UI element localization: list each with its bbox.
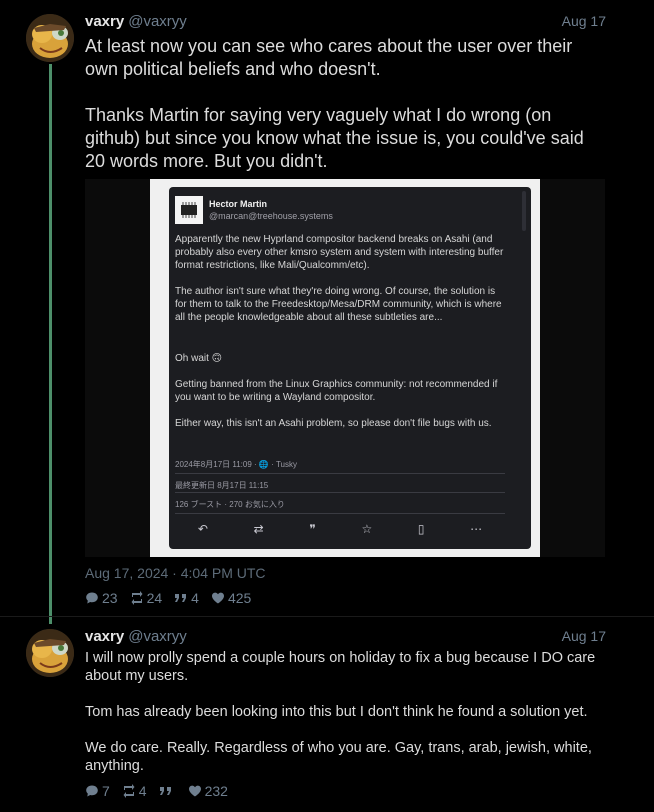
replies-count: 23 [102, 590, 118, 606]
embedded-paragraph-2: The author isn't sure what they're doing… [175, 286, 502, 323]
quotes-count: 4 [191, 590, 199, 606]
embedded-paragraph-4: Getting banned from the Linux Graphics c… [175, 379, 498, 403]
bookmark-icon: ▯ [417, 522, 425, 536]
tweet-date[interactable]: Aug 17 [562, 628, 606, 644]
embedded-post: Hector Martin @marcan@treehouse.systems … [169, 187, 531, 549]
heart-icon [188, 785, 201, 797]
replies-stat[interactable]: 7 [85, 783, 110, 799]
retweet-icon [123, 784, 135, 798]
boost-icon: ⇄ [253, 522, 264, 536]
tweet-2: vaxry @vaxryy Aug 17 I will now prolly sp… [0, 616, 654, 812]
tweet-header: vaxry @vaxryy Aug 17 [85, 628, 606, 648]
divider [175, 513, 505, 514]
embedded-edited: 最終更新日 8月17日 11:15 [175, 481, 269, 490]
quotes-stat[interactable]: 4 [174, 590, 199, 606]
quote-icon: ❞ [309, 522, 316, 536]
avatar[interactable] [26, 629, 74, 677]
username[interactable]: vaxry [85, 628, 124, 645]
tweet-date[interactable]: Aug 17 [562, 13, 606, 29]
screenshot-image: Hector Martin @marcan@treehouse.systems … [150, 179, 540, 557]
replies-count: 7 [102, 783, 110, 799]
avatar-image [26, 629, 74, 677]
username[interactable]: vaxry [85, 13, 124, 30]
tweet-image[interactable]: Hector Martin @marcan@treehouse.systems … [85, 179, 605, 557]
tweet-header: vaxry @vaxryy Aug 17 [85, 13, 606, 33]
divider [175, 492, 505, 493]
embedded-meta: 2024年8月17日 11:09 · 🌐 · Tusky [175, 460, 298, 469]
quote-icon [159, 787, 171, 795]
heart-icon [211, 592, 224, 604]
thread-line [49, 64, 52, 624]
scrollbar [522, 191, 526, 231]
avatar-image [26, 14, 74, 62]
embedded-counts: 126 ブースト · 270 お気に入り [175, 500, 285, 509]
likes-count: 232 [204, 783, 228, 799]
embedded-handle: @marcan@treehouse.systems [209, 211, 333, 221]
more-icon: ⋯ [470, 522, 483, 536]
divider [175, 473, 505, 474]
embedded-avatar [175, 196, 203, 224]
likes-stat[interactable]: 232 [188, 783, 228, 799]
star-icon: ☆ [361, 522, 373, 536]
retweets-count: 4 [138, 783, 147, 799]
user-handle[interactable]: @vaxryy [128, 13, 187, 30]
tweet-stats: 23 24 4 425 [85, 590, 251, 606]
tweet-1: vaxry @vaxryy Aug 17 At least now you can… [0, 0, 654, 624]
embedded-paragraph-1: Apparently the new Hyprland compositor b… [175, 234, 504, 271]
tweet-text: At least now you can see who cares about… [85, 36, 584, 171]
comment-icon [86, 592, 98, 604]
retweets-stat[interactable]: 24 [130, 590, 163, 606]
tweet-timestamp[interactable]: Aug 17, 2024 · 4:04 PM UTC [85, 565, 266, 581]
quote-icon [175, 594, 187, 602]
likes-count: 425 [227, 590, 252, 606]
comment-icon [86, 785, 98, 797]
tweet-stats: 7 4 232 [85, 783, 228, 799]
reply-icon: ↶ [197, 522, 208, 536]
tweet-text: I will now prolly spend a couple hours o… [85, 650, 596, 774]
embedded-paragraph-5: Either way, this isn't an Asahi problem,… [175, 418, 492, 429]
likes-stat[interactable]: 425 [211, 590, 251, 606]
chip-icon [175, 196, 203, 224]
embedded-actions: ↶ ⇄ ❞ ☆ ▯ ⋯ [175, 523, 505, 541]
replies-stat[interactable]: 23 [85, 590, 118, 606]
embedded-paragraph-3: Oh wait 🙃 [175, 353, 223, 364]
avatar[interactable] [26, 14, 74, 62]
retweets-stat[interactable]: 4 [122, 783, 147, 799]
user-handle[interactable]: @vaxryy [128, 628, 187, 645]
retweets-count: 24 [146, 590, 163, 606]
quotes-stat[interactable] [159, 783, 176, 799]
retweet-icon [131, 591, 143, 605]
